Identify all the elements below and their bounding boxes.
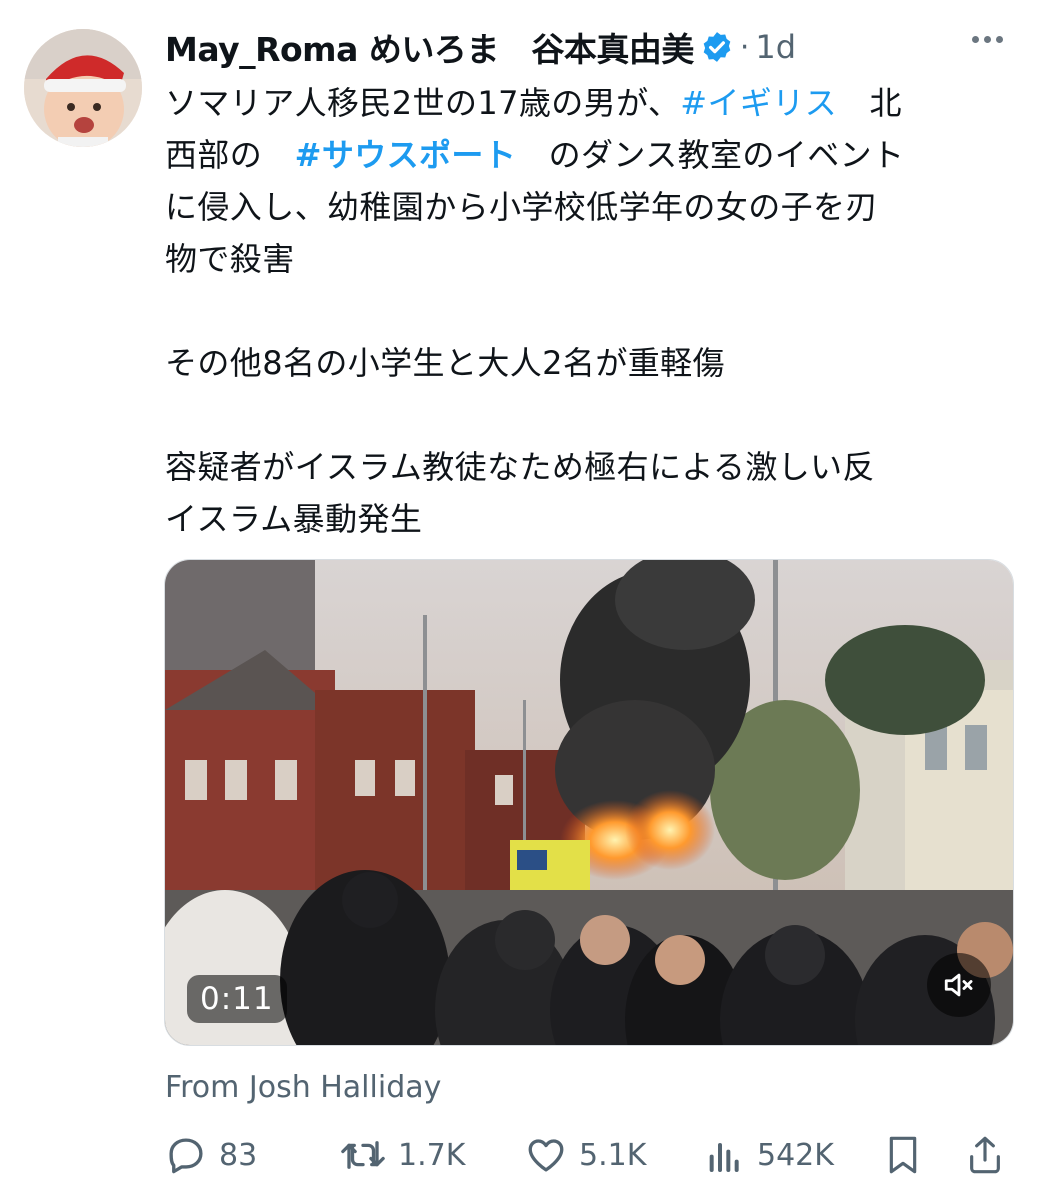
tweet-line: 物で殺害 bbox=[165, 240, 295, 278]
tweet-line: 西部の #サウスポート のダンス教室のイベント bbox=[165, 129, 1015, 181]
more-options-icon[interactable] bbox=[972, 36, 1003, 43]
views-button[interactable]: 542K bbox=[705, 1130, 834, 1180]
tweet-line: イスラム暴動発生 bbox=[165, 500, 423, 538]
tweet-text-segment: 北 bbox=[837, 84, 902, 122]
tweet-line: 容疑者がイスラム教徒なため極右による激しい反 bbox=[165, 448, 875, 486]
retweet-count: 1.7K bbox=[398, 1137, 466, 1173]
like-button[interactable]: 5.1K bbox=[525, 1130, 646, 1180]
bookmark-icon bbox=[889, 1136, 917, 1174]
reply-icon bbox=[169, 1138, 203, 1174]
share-button[interactable] bbox=[965, 1130, 1005, 1180]
tweet-paragraph: その他8名の小学生と大人2名が重軽傷 bbox=[165, 344, 725, 382]
verified-badge-icon bbox=[700, 30, 734, 64]
speaker-muted-icon bbox=[944, 973, 973, 997]
share-icon bbox=[970, 1136, 1000, 1174]
retweet-icon bbox=[341, 1141, 385, 1169]
video-duration: 0:11 bbox=[187, 975, 287, 1023]
tweet-text-segment: ソマリア人移民2世の17歳の男が、 bbox=[165, 84, 681, 122]
video-player[interactable]: 0:11 bbox=[164, 559, 1014, 1046]
mute-button[interactable] bbox=[927, 953, 991, 1017]
like-count: 5.1K bbox=[579, 1137, 647, 1173]
video-thumbnail bbox=[165, 560, 1013, 1045]
reply-button[interactable]: 83 bbox=[165, 1130, 257, 1180]
video-source-attribution[interactable]: From Josh Halliday bbox=[165, 1070, 441, 1105]
tweet-text-segment: 西部の bbox=[165, 136, 295, 174]
hashtag-link[interactable]: #サウスポート bbox=[295, 136, 517, 174]
view-count: 542K bbox=[757, 1137, 834, 1173]
tweet-line: に侵入し、幼稚園から小学校低学年の女の子を刃 bbox=[165, 188, 878, 226]
tweet-text-segment: のダンス教室のイベント bbox=[516, 136, 905, 174]
tweet-line: ソマリア人移民2世の17歳の男が、#イギリス 北 bbox=[165, 77, 1015, 129]
display-name[interactable]: May_Roma めいろま 谷本真由美 bbox=[165, 23, 694, 71]
tweet-text: ソマリア人移民2世の17歳の男が、#イギリス 北 西部の #サウスポート のダン… bbox=[165, 77, 1015, 545]
time-separator: · bbox=[739, 29, 750, 65]
bookmark-button[interactable] bbox=[883, 1130, 923, 1180]
baby-avatar bbox=[24, 29, 142, 147]
reply-count: 83 bbox=[219, 1137, 258, 1173]
tweet-actions: 83 1.7K 5.1K 542K bbox=[165, 1130, 1005, 1180]
tweet-timestamp[interactable]: 1d bbox=[755, 28, 796, 66]
heart-icon bbox=[528, 1139, 564, 1172]
avatar[interactable] bbox=[24, 29, 142, 147]
retweet-button[interactable]: 1.7K bbox=[340, 1130, 465, 1180]
tweet-header: May_Roma めいろま 谷本真由美 · 1d bbox=[165, 22, 796, 72]
hashtag-link[interactable]: #イギリス bbox=[680, 84, 837, 122]
views-chart-icon bbox=[709, 1143, 739, 1172]
